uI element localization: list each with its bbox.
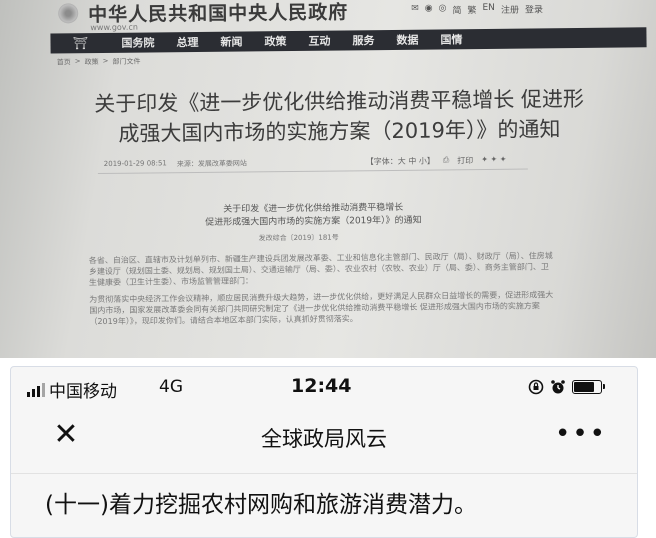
more-icon[interactable]: ••• xyxy=(555,417,605,451)
nav-item: 总理 xyxy=(176,35,199,50)
nav-item: 国情 xyxy=(440,33,463,47)
document-number: 发改综合〔2019〕181号 xyxy=(258,233,339,243)
signal-strength-icon xyxy=(27,383,45,397)
document-title: 关于印发《进一步优化供给推动消费平稳增长 促进形 成强大国内市场的实施方案（20… xyxy=(59,84,620,150)
top-link: 繁 xyxy=(467,6,477,17)
publish-date: 2019-01-29 08:51 xyxy=(103,159,167,168)
top-link: 登录 xyxy=(524,5,544,16)
nav-item: 服务 xyxy=(352,34,375,48)
font-size-control: 【字体：大 中 小】 xyxy=(365,156,435,167)
breadcrumb-item: 首页 xyxy=(56,58,71,67)
print-icon: ⎙ xyxy=(442,155,450,165)
nav-item: 政策 xyxy=(264,35,287,49)
status-icons xyxy=(528,379,605,395)
breadcrumb-item: 政策 xyxy=(84,58,99,67)
network-type: 4G xyxy=(159,377,183,397)
notice-title-line: 促进形成强大国内市场的实施方案（2019年）》的通知 xyxy=(205,215,422,228)
nav-divider xyxy=(11,473,637,474)
print-label: 打印 xyxy=(457,156,474,166)
clock: 12:44 xyxy=(291,375,352,397)
body-paragraph: 为贯彻落实中央经济工作会议精神，顺应居民消费升级大趋势，进一步优化供给，更好满足… xyxy=(89,290,554,327)
weibo-icon: ◉ xyxy=(424,3,433,14)
breadcrumb-separator: > xyxy=(102,56,109,65)
battery-icon xyxy=(572,380,605,394)
breadcrumb-separator: > xyxy=(74,57,81,66)
close-icon[interactable]: ✕ xyxy=(49,417,83,452)
nav-item: 互动 xyxy=(308,34,331,48)
share-icon: ✦ ✦ ✦ xyxy=(481,154,507,165)
article-photo: 中华人民共和国中央人民政府 www.gov.cn ✉ ◉ ◎ 简 繁 EN 注册… xyxy=(0,0,656,358)
battery-level xyxy=(574,382,594,392)
nav-item: 新闻 xyxy=(220,35,243,49)
top-link: 注册 xyxy=(500,5,519,16)
document-meta: 2019-01-29 08:51 来源：发展改革委网站 xyxy=(104,158,247,169)
status-bar: 中国移动 4G 12:44 xyxy=(11,367,637,407)
wechat-icon: ◎ xyxy=(438,3,447,14)
breadcrumb: 首页 > 政策 > 部门文件 xyxy=(57,57,141,68)
notice-body: 各省、自治区、直辖市及计划单列市、新疆生产建设兵团发展改革委、工业和信息化主管部… xyxy=(89,250,555,333)
page-title: 全球政局风云 xyxy=(261,427,387,451)
top-link: 简 xyxy=(452,6,462,17)
body-paragraph: 各省、自治区、直辖市及计划单列市、新疆生产建设兵团发展改革委、工业和信息化主管部… xyxy=(88,251,553,288)
top-links: ✉ ◉ ◎ 简 繁 EN 注册 登录 xyxy=(411,2,543,16)
site-url: www.gov.cn xyxy=(90,22,138,33)
top-link: EN xyxy=(482,2,495,14)
document-tools: 【字体：大 中 小】 ⎙ 打印 ✦ ✦ ✦ xyxy=(366,155,507,167)
wechat-nav-bar: ✕ 全球政局风云 ••• xyxy=(11,411,637,463)
webpage-sheet: 中华人民共和国中央人民政府 www.gov.cn ✉ ◉ ◎ 简 繁 EN 注册… xyxy=(6,0,656,358)
mail-icon: ✉ xyxy=(411,3,419,14)
article-text: (十一)着力挖掘农村网购和旅游消费潜力。 xyxy=(45,492,477,518)
alarm-icon xyxy=(550,379,566,395)
document-title-line: 成强大国内市场的实施方案（2019年）》的通知 xyxy=(118,117,561,146)
rotation-lock-icon xyxy=(528,379,544,395)
phone-screen: 中国移动 4G 12:44 ✕ 全球政局风云 ••• (十一)着力挖掘农村网购和… xyxy=(10,366,638,538)
carrier-name: 中国移动 xyxy=(49,382,117,402)
nav-item: 国务院 xyxy=(121,36,155,50)
notice-title: 关于印发《进一步优化供给推动消费平稳增长 促进形成强大国内市场的实施方案（201… xyxy=(198,202,428,230)
national-emblem-icon xyxy=(58,3,79,24)
home-gate-icon: ⛩ xyxy=(72,36,89,51)
publish-source: 来源：发展改革委网站 xyxy=(176,159,247,169)
breadcrumb-item: 部门文件 xyxy=(112,57,141,66)
nav-item: 数据 xyxy=(396,33,419,47)
